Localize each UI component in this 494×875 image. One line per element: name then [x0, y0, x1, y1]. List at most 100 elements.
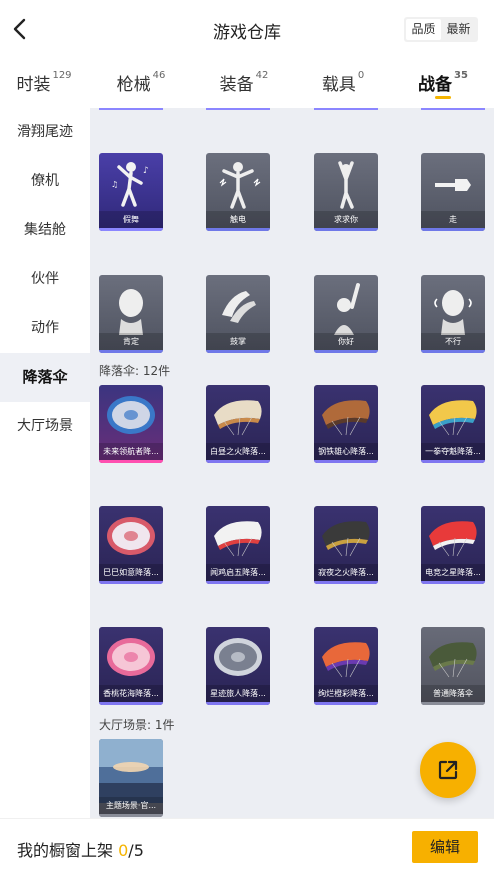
parachute-tile[interactable]: 白昼之火降落...	[206, 385, 270, 463]
lobby-scene-tile[interactable]: 主题场景·官...	[99, 739, 163, 817]
rarity-bar	[421, 460, 485, 463]
rarity-bar	[314, 350, 378, 353]
emote-tile[interactable]: 肯定	[99, 275, 163, 353]
parachute-tile[interactable]: 未来领航者降...	[99, 385, 163, 463]
rarity-bar	[421, 350, 485, 353]
wave-icon	[314, 275, 378, 339]
sidebar-item-emote[interactable]: 动作	[0, 304, 90, 353]
clap-icon	[206, 275, 270, 339]
edit-button[interactable]: 编辑	[412, 831, 478, 863]
emote-name: 肯定	[99, 333, 163, 350]
emote-name: 你好	[314, 333, 378, 350]
beg-icon	[314, 153, 378, 217]
point-icon	[421, 153, 485, 217]
showcase-label: 我的橱窗上架	[17, 841, 114, 860]
rarity-bar	[421, 702, 485, 705]
sidebar-item-lobby-scene[interactable]: 大厅场景	[0, 402, 90, 451]
sidebar-item-wingman[interactable]: 僚机	[0, 157, 90, 206]
parachute-section-label: 降落伞: 12件	[99, 364, 171, 378]
sidebar-item-assembly-pod[interactable]: 集结舱	[0, 206, 90, 255]
svg-text:♪: ♪	[143, 166, 149, 176]
share-icon	[438, 760, 458, 780]
rarity-bar	[99, 228, 163, 231]
rarity-bar	[206, 702, 270, 705]
rarity-bar	[206, 581, 270, 584]
parachute-name: 电竞之星降落...	[421, 564, 485, 581]
parachute-tile[interactable]: 星迹旅人降落...	[206, 627, 270, 705]
emote-name: 走	[421, 211, 485, 228]
emote-tile[interactable]: 不行	[421, 275, 485, 353]
wing-parachute-icon	[314, 627, 378, 691]
tab-label: 装备	[219, 75, 254, 95]
tab-count: 42	[255, 70, 269, 82]
header: 游戏仓库 品质 最新	[0, 0, 494, 58]
tab-label: 战备	[418, 75, 453, 95]
round-parachute-icon	[99, 385, 163, 449]
rarity-bar	[314, 581, 378, 584]
parachute-name: 巳巳如意降落...	[99, 564, 163, 581]
item-grid: ♪ ♫ 假舞 触电求求你 走肯定 鼓掌 你好 不行 降落伞: 12件 未来领航者降... 白昼之…	[90, 108, 494, 818]
tab-vehicles[interactable]: 载具 0	[294, 58, 392, 108]
rarity-bar	[206, 460, 270, 463]
sidebar: 滑翔尾迹 僚机 集结舱 伙伴 动作 降落伞 大厅场景	[0, 108, 90, 818]
tab-count: 0	[357, 70, 365, 82]
sidebar-item-glide-trail[interactable]: 滑翔尾迹	[0, 108, 90, 157]
tab-label: 时装	[16, 75, 51, 95]
scrolled-tile-edge	[99, 108, 163, 110]
parachute-tile[interactable]: 绚烂橙彩降落...	[314, 627, 378, 705]
emote-name: 不行	[421, 333, 485, 350]
parachute-tile[interactable]: 电竞之星降落...	[421, 506, 485, 584]
sort-toggle[interactable]: 品质 最新	[404, 17, 478, 42]
wing-parachute-icon	[206, 506, 270, 570]
parachute-name: 普通降落伞	[421, 685, 485, 702]
rarity-bar	[99, 702, 163, 705]
share-button[interactable]	[420, 742, 476, 798]
sort-option-quality[interactable]: 品质	[406, 19, 441, 40]
sidebar-item-companion[interactable]: 伙伴	[0, 255, 90, 304]
emote-tile[interactable]: 求求你	[314, 153, 378, 231]
emote-tile[interactable]: ♪ ♫ 假舞	[99, 153, 163, 231]
sort-option-latest[interactable]: 最新	[441, 19, 476, 40]
parachute-tile[interactable]: 普通降落伞	[421, 627, 485, 705]
emote-tile[interactable]: 走	[421, 153, 485, 231]
tab-fashion[interactable]: 时装 129	[0, 58, 88, 108]
parachute-tile[interactable]: 香桃花海降落...	[99, 627, 163, 705]
rarity-bar	[99, 460, 163, 463]
sidebar-item-parachute[interactable]: 降落伞	[0, 353, 90, 402]
emote-tile[interactable]: 触电	[206, 153, 270, 231]
emote-name: 鼓掌	[206, 333, 270, 350]
round-parachute-icon	[99, 627, 163, 691]
rarity-bar	[314, 228, 378, 231]
rarity-bar	[421, 228, 485, 231]
emote-tile[interactable]: 你好	[314, 275, 378, 353]
showcase-bar: 我的橱窗上架 0/5 编辑	[0, 818, 494, 875]
rarity-bar	[421, 581, 485, 584]
emote-name: 求求你	[314, 211, 378, 228]
tab-battle-prep[interactable]: 战备 35	[392, 58, 494, 108]
emote-name: 假舞	[99, 211, 163, 228]
parachute-tile[interactable]: 闻鸡启五降落...	[206, 506, 270, 584]
parachute-name: 白昼之火降落...	[206, 443, 270, 460]
parachute-tile[interactable]: 一拳夺魁降落...	[421, 385, 485, 463]
parachute-tile[interactable]: 巳巳如意降落...	[99, 506, 163, 584]
tab-label: 枪械	[116, 75, 151, 95]
emote-tile[interactable]: 鼓掌	[206, 275, 270, 353]
parachute-tile[interactable]: 寂夜之火降落...	[314, 506, 378, 584]
showcase-current-count: 0	[118, 841, 129, 860]
rarity-bar	[314, 702, 378, 705]
showcase-total-count: /5	[128, 841, 144, 860]
tab-equipment[interactable]: 装备 42	[194, 58, 294, 108]
rarity-bar	[206, 228, 270, 231]
scrolled-tile-edge	[206, 108, 270, 110]
rarity-bar	[314, 460, 378, 463]
wing-parachute-icon	[421, 627, 485, 691]
svg-text:♫: ♫	[111, 180, 118, 189]
rarity-bar	[99, 581, 163, 584]
parachute-tile[interactable]: 钢铁雄心降落...	[314, 385, 378, 463]
parachute-name: 闻鸡启五降落...	[206, 564, 270, 581]
shake-head-icon	[421, 275, 485, 339]
tab-count: 46	[152, 70, 166, 82]
parachute-name: 绚烂橙彩降落...	[314, 685, 378, 702]
tab-count: 35	[454, 70, 468, 82]
tab-guns[interactable]: 枪械 46	[88, 58, 194, 108]
